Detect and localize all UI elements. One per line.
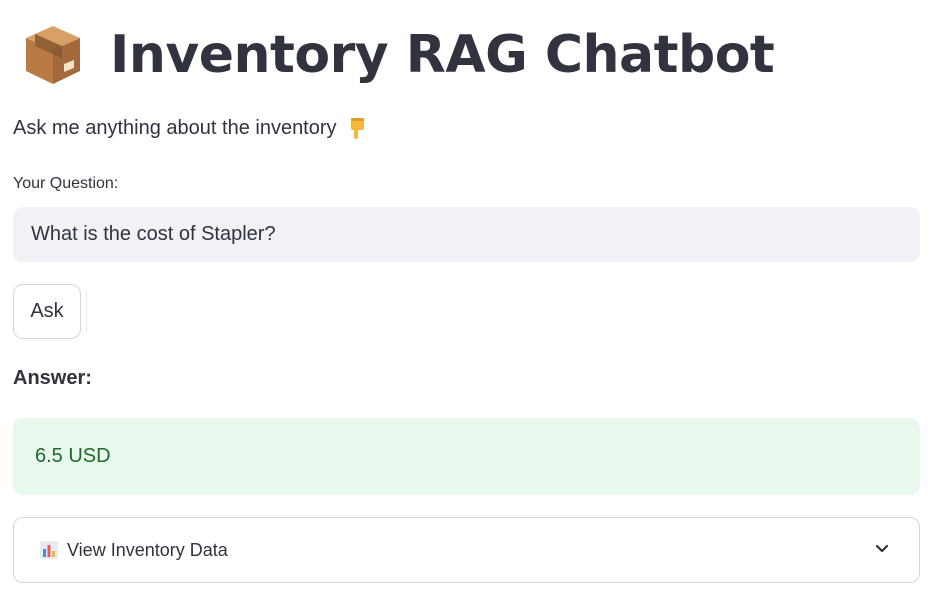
bar-chart-icon xyxy=(39,540,59,560)
chevron-down-icon[interactable] xyxy=(873,540,891,558)
package-box-icon xyxy=(24,24,82,86)
expander-label: View Inventory Data xyxy=(67,539,228,560)
header: Inventory RAG Chatbot xyxy=(24,18,775,92)
answer-text: 6.5 USD xyxy=(35,445,111,467)
page-title: Inventory RAG Chatbot xyxy=(110,25,775,85)
question-input[interactable] xyxy=(13,207,920,262)
answer-label: Answer: xyxy=(13,367,92,389)
answer-success-box: 6.5 USD xyxy=(13,418,920,495)
app-page: Inventory RAG Chatbot Ask me anything ab… xyxy=(0,0,934,613)
view-inventory-expander[interactable]: View Inventory Data xyxy=(13,517,920,583)
question-label: Your Question: xyxy=(13,175,119,192)
divider xyxy=(86,292,87,332)
ask-button[interactable]: Ask xyxy=(13,284,81,339)
intro-text: Ask me anything about the inventory xyxy=(13,116,337,139)
intro-text-row: Ask me anything about the inventory xyxy=(13,116,369,140)
pointing-down-hand-icon xyxy=(345,116,369,140)
